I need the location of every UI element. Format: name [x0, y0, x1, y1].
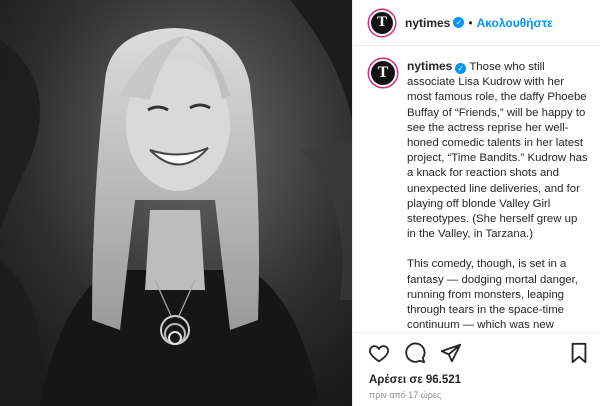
post-actions-bar: [353, 332, 600, 372]
caption-username[interactable]: nytimes: [407, 59, 452, 73]
caption-paragraph-1: Those who still associate Lisa Kudrow wi…: [407, 61, 588, 241]
follow-button[interactable]: Ακολουθήστε: [477, 16, 553, 30]
verified-icon: ✓: [453, 17, 465, 28]
bookmark-icon[interactable]: [567, 341, 591, 365]
caption-text: nytimes ✓ Those who still associate Lisa …: [407, 59, 589, 242]
account-username[interactable]: nytimes: [405, 16, 450, 30]
caption-container[interactable]: T nytimes ✓ Those who still associate Lis…: [353, 47, 600, 331]
comment-icon[interactable]: [403, 341, 427, 365]
likes-count[interactable]: Αρέσει σε 96.521: [369, 374, 461, 386]
portrait-illustration: [0, 0, 352, 406]
account-avatar[interactable]: T: [369, 9, 395, 36]
share-icon[interactable]: [439, 341, 463, 365]
heart-icon[interactable]: [367, 341, 391, 365]
post-side-panel: T nytimes ✓ • Ακολουθήστε T nytimes ✓ Tho…: [352, 0, 600, 406]
post-timestamp[interactable]: πριν από 17 ώρες: [369, 390, 441, 400]
caption-paragraph-2: This comedy, though, is set in a fantasy…: [407, 258, 578, 331]
verified-icon: ✓: [455, 63, 467, 74]
post-image[interactable]: [0, 0, 352, 406]
separator-dot: •: [468, 15, 473, 30]
caption-row: T nytimes ✓ Those who still associate Lis…: [369, 59, 589, 242]
post-header: T nytimes ✓ • Ακολουθήστε: [353, 0, 600, 46]
caption-avatar[interactable]: T: [369, 59, 397, 87]
